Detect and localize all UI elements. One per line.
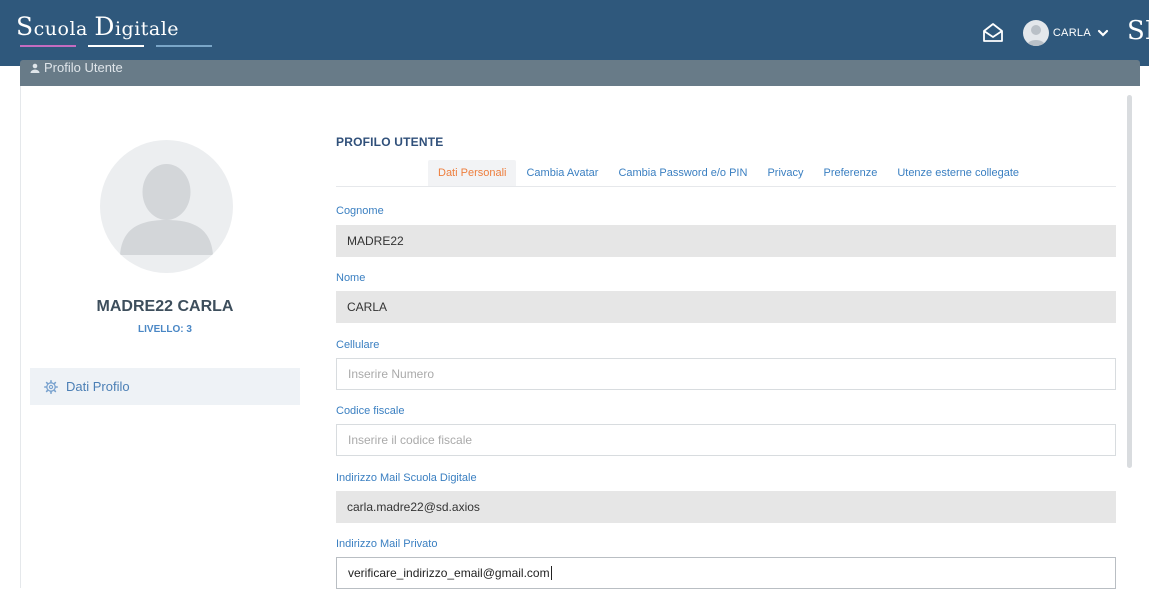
tab-preferenze[interactable]: Preferenze	[814, 160, 888, 186]
avatar	[1022, 20, 1049, 46]
profile-tabs: Dati Personali Cambia Avatar Cambia Pass…	[428, 160, 1029, 186]
tab-cambia-avatar[interactable]: Cambia Avatar	[516, 160, 608, 186]
section-title: PROFILO UTENTE	[336, 135, 444, 149]
brand-letter: S	[16, 12, 34, 41]
nome-field: CARLA	[336, 291, 1116, 323]
panel-header: Profilo Utente	[20, 60, 1140, 86]
brand-underline-decoration	[20, 45, 220, 48]
tab-dati-personali[interactable]: Dati Personali	[428, 160, 517, 186]
tab-cambia-password[interactable]: Cambia Password e/o PIN	[608, 160, 757, 186]
gear-icon	[44, 379, 58, 394]
mail-privato-value: verificare_indirizzo_email@gmail.com	[348, 566, 550, 580]
text-caret	[550, 566, 552, 580]
panel-title-text: Profilo Utente	[44, 60, 123, 75]
tab-privacy[interactable]: Privacy	[757, 160, 813, 186]
profile-name: MADRE22 CARLA	[96, 298, 234, 315]
cellulare-input[interactable]: Inserire Numero	[336, 358, 1116, 390]
user-icon	[30, 63, 40, 73]
mail-privato-label: Indirizzo Mail Privato	[336, 538, 438, 550]
brand-letter: D	[94, 12, 115, 41]
sidebar-item-dati-profilo[interactable]: Dati Profilo	[30, 368, 300, 405]
brand-text: igitale	[114, 18, 180, 40]
chevron-down-icon	[1097, 29, 1109, 37]
cellulare-label: Cellulare	[336, 339, 380, 351]
user-menu-button[interactable]: CARLA	[1022, 20, 1109, 46]
mail-scuola-label: Indirizzo Mail Scuola Digitale	[336, 472, 477, 484]
tab-utenze-esterne[interactable]: Utenze esterne collegate	[887, 160, 1029, 186]
user-name: CARLA	[1052, 27, 1091, 39]
scrollbar[interactable]	[1127, 95, 1132, 468]
profile-avatar	[100, 140, 233, 273]
brand-text: cuola	[33, 18, 95, 40]
codice-fiscale-label: Codice fiscale	[336, 405, 405, 417]
mail-scuola-field: carla.madre22@sd.axios	[336, 491, 1116, 523]
brand-logo[interactable]: Scuola Digitale	[16, 12, 179, 41]
codice-fiscale-input[interactable]: Inserire il codice fiscale	[336, 424, 1116, 456]
user-silhouette-icon	[120, 164, 213, 255]
top-navbar: Scuola Digitale CARLA SD	[0, 0, 1149, 66]
sidebar-item-label: Dati Profilo	[66, 379, 130, 394]
cognome-label: Cognome	[336, 205, 384, 217]
mail-privato-input[interactable]: verificare_indirizzo_email@gmail.com	[336, 557, 1116, 589]
tabs-divider	[336, 186, 1116, 187]
envelope-open-icon[interactable]	[981, 21, 1005, 45]
profile-level: LIVELLO: 3	[138, 324, 192, 335]
sd-logo[interactable]: SD	[1127, 16, 1149, 46]
nome-label: Nome	[336, 272, 366, 284]
panel-title: Profilo Utente	[30, 60, 123, 75]
cognome-field: MADRE22	[336, 225, 1116, 257]
